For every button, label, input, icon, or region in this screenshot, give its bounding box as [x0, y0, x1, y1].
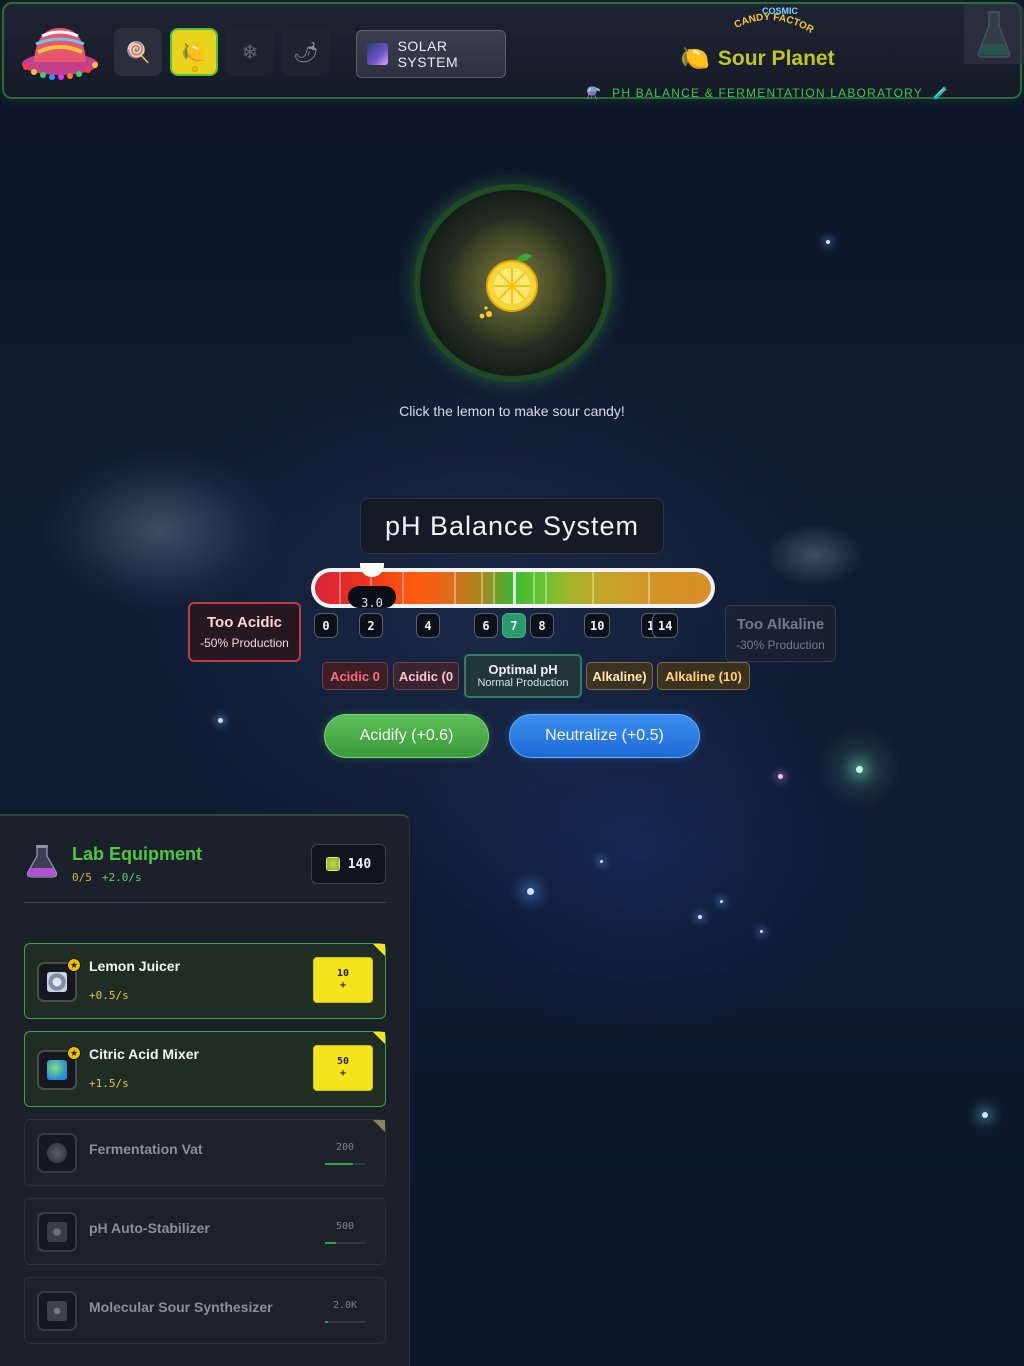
affordable-corner — [373, 944, 385, 956]
item-name: Fermentation Vat — [89, 1141, 203, 1157]
galaxy-icon — [367, 43, 388, 65]
equipment-item-fermentation-vat[interactable]: Fermentation Vat 200 — [24, 1119, 386, 1186]
item-progress — [325, 1242, 365, 1244]
spicy-planet-button[interactable]: 🌶 — [282, 28, 330, 76]
lemon-icon[interactable] — [472, 242, 552, 322]
too-acidic-title: Too Acidic — [207, 614, 282, 631]
lemon-icon: 🍋 — [680, 45, 710, 72]
click-hint: Click the lemon to make sour candy! — [399, 403, 625, 419]
equipment-item-citric-acid-mixer[interactable]: ★ Citric Acid Mixer +1.5/s 50 + — [24, 1031, 386, 1107]
item-name: Molecular Sour Synthesizer — [89, 1299, 273, 1315]
sour-candy-icon — [325, 857, 340, 871]
too-alkaline-title: Too Alkaline — [736, 616, 825, 633]
zone-alkaline: Alkaline) — [586, 662, 653, 690]
planet-name: Sour Planet — [717, 46, 835, 70]
buy-citric-acid-mixer-button[interactable]: 50 + — [313, 1045, 373, 1091]
ph-scale-14: 14 — [652, 613, 679, 638]
zone-optimal: Optimal pH Normal Production — [464, 654, 582, 698]
item-cost: 2.0K — [332, 1300, 358, 1311]
lab-owned-count: 0/5 — [72, 871, 92, 884]
item-name: Citric Acid Mixer — [89, 1046, 199, 1062]
divider — [24, 902, 386, 903]
equipment-item-molecular-sour-synthesizer[interactable]: Molecular Sour Synthesizer 2.0K — [24, 1277, 386, 1344]
vat-swirl-icon — [37, 1133, 77, 1173]
solar-system-button[interactable]: SOLAR SYSTEM — [356, 30, 506, 78]
mixer-globe-icon: ★ — [37, 1046, 81, 1090]
stabilizer-icon — [37, 1212, 77, 1252]
zone-optimal-sub: Normal Production — [477, 677, 569, 690]
too-alkaline-warning: Too Alkaline -30% Production — [725, 605, 836, 662]
lab-header: Lab Equipment 0/5 +2.0/s — [24, 844, 202, 884]
buy-plus: + — [339, 980, 347, 991]
chili-icon: 🌶 — [293, 41, 319, 64]
sour-planet-button[interactable]: 🍋 — [170, 28, 218, 76]
ph-scale-8: 8 — [530, 613, 554, 638]
flask-icon — [26, 845, 58, 878]
lab-equipment-panel: Lab Equipment 0/5 +2.0/s 140 ★ Lemon Jui… — [0, 814, 410, 1366]
flask-icon: ⚗️ — [586, 86, 603, 100]
zone-alkaline-strong: Alkaline (10) — [657, 662, 750, 690]
ph-current-value: 3.0 — [348, 586, 396, 608]
ph-scale-10: 10 — [584, 613, 611, 638]
ph-scale-7: 7 — [502, 613, 526, 638]
lab-subtitle-text: PH BALANCE & FERMENTATION LABORATORY — [612, 86, 923, 100]
star-badge-icon: ★ — [67, 1046, 81, 1060]
ph-scale-0: 0 — [314, 613, 338, 638]
item-name: Lemon Juicer — [89, 958, 181, 974]
solar-system-label: SOLAR SYSTEM — [397, 38, 459, 70]
ice-planet-button[interactable]: ❄ — [226, 28, 274, 76]
ph-scale-6: 6 — [474, 613, 498, 638]
equipment-item-ph-auto-stabilizer[interactable]: pH Auto-Stabilizer 500 — [24, 1198, 386, 1265]
too-alkaline-subtitle: -30% Production — [736, 638, 825, 652]
cosmic-candy-factory-logo: COSMIC CANDY FACTORY — [724, 6, 814, 36]
item-name: pH Auto-Stabilizer — [89, 1220, 210, 1236]
affordable-corner — [373, 1032, 385, 1044]
buy-plus: + — [339, 1068, 347, 1079]
lollipop-planet-button[interactable]: 🍭 — [114, 28, 162, 76]
zone-optimal-label: Optimal pH — [488, 661, 558, 677]
item-cost: 500 — [335, 1221, 355, 1232]
acidify-button[interactable]: Acidify (+0.6) — [324, 714, 489, 758]
item-rate: +0.5/s — [89, 989, 129, 1002]
star-badge-icon: ★ — [67, 958, 81, 972]
candy-balance-value: 140 — [347, 856, 372, 872]
ph-scale-4: 4 — [416, 613, 440, 638]
item-cost: 200 — [335, 1142, 355, 1153]
buy-lemon-juicer-button[interactable]: 10 + — [313, 957, 373, 1003]
buy-price: 50 — [336, 1056, 350, 1067]
flask-icon — [964, 4, 1024, 64]
candy-balance: 140 — [311, 844, 386, 884]
ph-scale-2: 2 — [359, 613, 383, 638]
zone-acidic: Acidic (0 — [393, 662, 459, 690]
equipment-item-lemon-juicer[interactable]: ★ Lemon Juicer +0.5/s 10 + — [24, 943, 386, 1019]
active-indicator — [192, 66, 198, 72]
zone-acidic-strong: Acidic 0 — [322, 662, 388, 690]
lemon-icon: 🍋 — [181, 41, 207, 64]
candy-hat-logo — [22, 28, 98, 80]
lollipop-icon: 🍭 — [125, 41, 151, 64]
buy-price: 10 — [336, 968, 350, 979]
too-acidic-subtitle: -50% Production — [200, 636, 289, 650]
lab-stats: 0/5 +2.0/s — [72, 871, 202, 884]
neutralize-button[interactable]: Neutralize (+0.5) — [509, 714, 700, 758]
item-rate: +1.5/s — [89, 1077, 129, 1090]
juicer-gear-icon: ★ — [37, 958, 81, 1002]
lab-title: Lab Equipment — [72, 844, 202, 864]
too-acidic-warning: Too Acidic -50% Production — [188, 602, 301, 662]
lab-subtitle: ⚗️ PH BALANCE & FERMENTATION LABORATORY … — [586, 86, 949, 100]
item-progress — [325, 1321, 365, 1323]
ph-system-title: pH Balance System — [360, 498, 664, 554]
planet-title: 🍋 Sour Planet — [680, 44, 835, 73]
atom-icon — [37, 1291, 77, 1331]
snowflake-icon: ❄ — [241, 41, 259, 64]
item-progress — [325, 1163, 365, 1165]
locked-corner — [373, 1120, 385, 1132]
test-tube-icon: 🧪 — [932, 86, 950, 100]
lab-total-rate: +2.0/s — [101, 871, 142, 884]
top-bar: 🍭 🍋 ❄ 🌶 SOLAR SYSTEM COSMIC CANDY FACTOR… — [2, 2, 1024, 100]
